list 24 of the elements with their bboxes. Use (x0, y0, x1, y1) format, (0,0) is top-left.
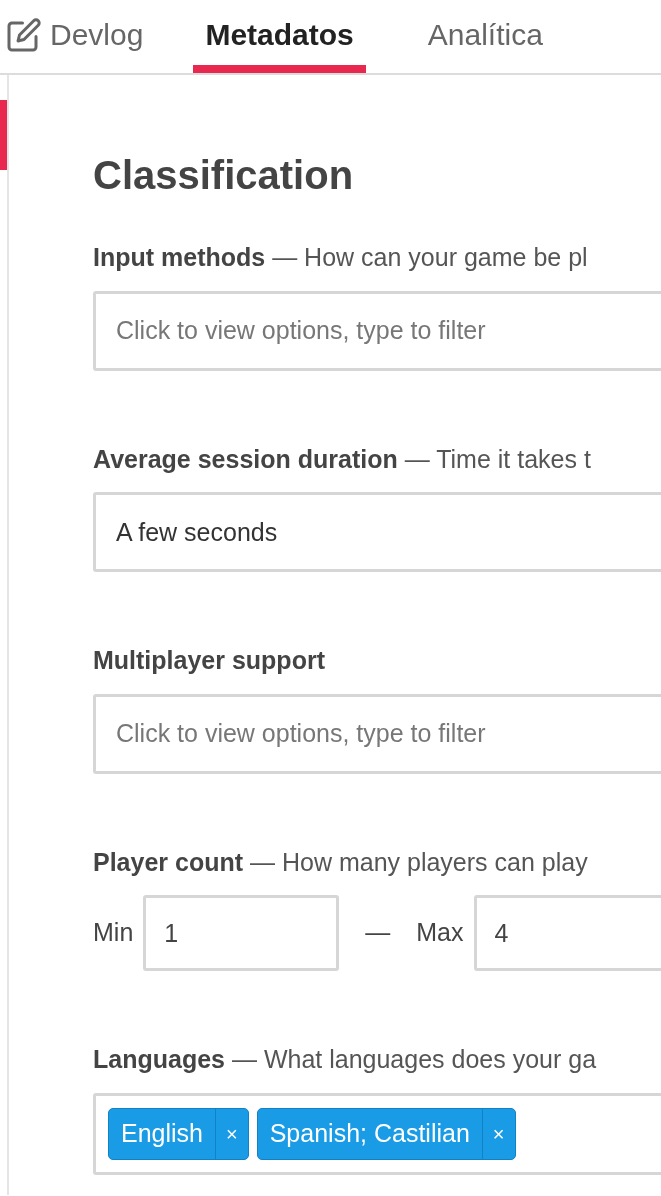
remove-tag-button[interactable]: × (481, 1108, 515, 1159)
section-title: Classification (93, 152, 355, 199)
range-separator: — (365, 917, 391, 949)
field-label: Input methods — How can your game be pl (93, 242, 589, 273)
remove-tag-button[interactable]: × (215, 1108, 248, 1159)
max-input[interactable]: 4 (473, 895, 661, 971)
tab[interactable]: Metadatos (193, 0, 366, 73)
language-tag: English (109, 1108, 215, 1159)
edit-icon (6, 16, 42, 53)
min-input[interactable]: 1 (143, 895, 340, 971)
active-indicator (0, 100, 7, 170)
select-field[interactable]: Click to view options, type to filter (93, 693, 661, 774)
select-field[interactable]: A few seconds (93, 492, 661, 572)
field-label: Average session duration — Time it takes t (93, 443, 592, 475)
min-label: Min (93, 917, 134, 949)
tab[interactable]: Devlog (0, 0, 194, 73)
tab[interactable]: Analítica (415, 0, 555, 73)
select-field[interactable]: Click to view options, type to filter (93, 290, 661, 371)
tags-field[interactable]: English × Spanish; Castilian × (93, 1092, 661, 1175)
field-label: Multiplayer support (93, 645, 326, 676)
max-label: Max (416, 917, 464, 949)
field-label: Player count — How many players can play (93, 846, 589, 878)
language-tag: Spanish; Castilian (257, 1108, 482, 1159)
field-label: Languages — What languages does your ga (93, 1044, 598, 1075)
